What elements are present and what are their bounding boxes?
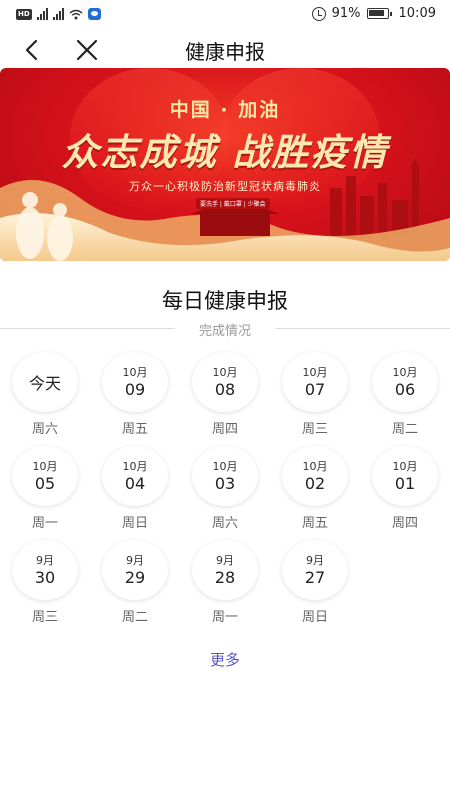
- day-cell[interactable]: 10月 06 周二: [370, 352, 442, 442]
- day-month: 10月: [392, 365, 418, 379]
- battery-percent: 91%: [331, 6, 361, 21]
- day-weekday: 周日: [301, 610, 328, 625]
- day-weekday: 周一: [211, 610, 238, 625]
- day-weekday: 周六: [211, 516, 238, 531]
- status-right: 91% 10:09: [311, 6, 436, 21]
- day-month: 9月: [216, 553, 234, 567]
- day-month: 10月: [122, 365, 148, 379]
- clock: 10:09: [398, 6, 436, 21]
- day-cell[interactable]: 今天 周六: [10, 352, 82, 442]
- day-weekday: 周三: [301, 422, 328, 437]
- day-circle-button[interactable]: 10月 05: [12, 446, 78, 506]
- epidemic-banner[interactable]: 中国 · 加油 众志成城 战胜疫情 万众一心积极防治新型冠状病毒肺炎 要洗手 |…: [0, 68, 450, 261]
- status-left: HD: [16, 8, 101, 20]
- day-month: 10月: [122, 459, 148, 473]
- day-number: 01: [394, 473, 416, 493]
- cell-signal-icon-2: [52, 8, 64, 20]
- day-month: 10月: [212, 459, 238, 473]
- message-app-icon: [87, 8, 101, 20]
- day-cell[interactable]: 10月 07 周三: [280, 352, 352, 442]
- day-circle-button[interactable]: 10月 08: [192, 352, 258, 412]
- day-cell[interactable]: 9月 30 周三: [10, 540, 82, 630]
- banner-footer-tag: 要洗手 | 戴口罩 | 少聚会: [196, 198, 270, 209]
- day-weekday: 周五: [301, 516, 328, 531]
- battery-icon: [366, 8, 392, 19]
- day-circle-button[interactable]: 10月 01: [372, 446, 438, 506]
- day-weekday: 周三: [31, 610, 58, 625]
- day-weekday: 周二: [391, 422, 418, 437]
- day-circle-button[interactable]: 9月 27: [282, 540, 348, 600]
- nav-bar: 健康申报: [0, 32, 450, 68]
- status-bar: HD 91% 10:09: [0, 0, 450, 32]
- day-circle-button[interactable]: 10月 04: [102, 446, 168, 506]
- day-circle-button[interactable]: 10月 09: [102, 352, 168, 412]
- day-month: 10月: [32, 459, 58, 473]
- banner-headline: 众志成城 战胜疫情: [61, 131, 389, 174]
- day-month: 10月: [212, 365, 238, 379]
- day-number: 03: [214, 473, 236, 493]
- day-circle-button[interactable]: 今天: [12, 352, 78, 412]
- day-circle-button[interactable]: 9月 29: [102, 540, 168, 600]
- day-weekday: 周四: [391, 516, 418, 531]
- day-number: 09: [124, 379, 146, 399]
- day-number: 06: [394, 379, 416, 399]
- divider-label: 完成情况: [198, 324, 251, 339]
- day-circle-button[interactable]: 9月 28: [192, 540, 258, 600]
- day-cell[interactable]: 10月 04 周日: [100, 446, 172, 536]
- day-cell[interactable]: 10月 08 周四: [190, 352, 262, 442]
- day-weekday: 周二: [121, 610, 148, 625]
- page-title: 健康申报: [185, 40, 265, 64]
- section-title: 每日健康申报: [162, 289, 288, 313]
- day-circle-button[interactable]: 9月 30: [12, 540, 78, 600]
- day-month: 10月: [302, 459, 328, 473]
- day-month: 10月: [302, 365, 328, 379]
- day-number: 07: [304, 379, 326, 399]
- today-label: 今天: [28, 374, 61, 393]
- day-circle-button[interactable]: 10月 03: [192, 446, 258, 506]
- day-cell[interactable]: 9月 29 周二: [100, 540, 172, 630]
- day-weekday: 周日: [121, 516, 148, 531]
- banner-description: 万众一心积极防治新型冠状病毒肺炎: [129, 180, 321, 193]
- day-cell[interactable]: 9月 27 周日: [280, 540, 352, 630]
- day-weekday: 周六: [31, 422, 58, 437]
- day-number: 29: [124, 567, 146, 587]
- wifi-icon: [69, 9, 83, 19]
- day-cell[interactable]: 10月 05 周一: [10, 446, 82, 536]
- day-weekday: 周五: [121, 422, 148, 437]
- day-month: 9月: [306, 553, 324, 567]
- day-number: 30: [34, 567, 56, 587]
- day-weekday: 周四: [211, 422, 238, 437]
- cell-signal-icon: [36, 8, 48, 20]
- day-number: 05: [34, 473, 56, 493]
- day-month: 9月: [36, 553, 54, 567]
- day-cell[interactable]: 10月 01 周四: [370, 446, 442, 536]
- day-circle-button[interactable]: 10月 02: [282, 446, 348, 506]
- day-number: 02: [304, 473, 326, 493]
- day-weekday: 周一: [31, 516, 58, 531]
- day-cell[interactable]: 9月 28 周一: [190, 540, 262, 630]
- day-number: 08: [214, 379, 236, 399]
- day-cell[interactable]: 10月 02 周五: [280, 446, 352, 536]
- day-cell[interactable]: 10月 03 周六: [190, 446, 262, 536]
- hd-icon: HD: [16, 8, 32, 20]
- day-month: 9月: [126, 553, 144, 567]
- banner-subtitle: 中国 · 加油: [169, 99, 281, 121]
- more-link[interactable]: 更多: [0, 649, 450, 670]
- day-circle-button[interactable]: 10月 06: [372, 352, 438, 412]
- day-circle-button[interactable]: 10月 07: [282, 352, 348, 412]
- day-number: 28: [214, 567, 236, 587]
- day-cell[interactable]: 10月 09 周五: [100, 352, 172, 442]
- day-number: 27: [304, 567, 326, 587]
- alarm-icon: [311, 6, 326, 21]
- day-month: 10月: [392, 459, 418, 473]
- day-number: 04: [124, 473, 146, 493]
